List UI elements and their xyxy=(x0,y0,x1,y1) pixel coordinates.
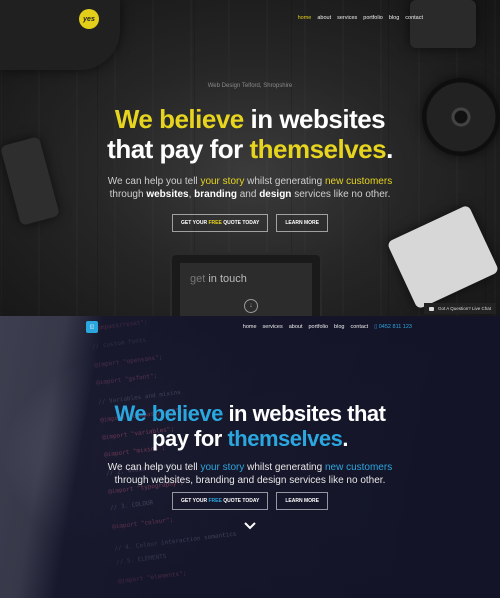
learn-more-button[interactable]: LEARN MORE xyxy=(276,492,328,510)
sub-text: through xyxy=(109,189,147,200)
hero-blue: #compass/reset";// custom fonts@import "… xyxy=(0,316,500,598)
tablet-prop: get in touch ↓ xyxy=(170,253,322,316)
chat-label: Got A Question? Live Chat xyxy=(437,306,491,311)
nav-services[interactable]: services xyxy=(337,15,357,21)
chat-bubble-icon xyxy=(428,306,434,311)
brand-logo[interactable]: yes xyxy=(79,9,99,29)
sub-text: whilst generating xyxy=(244,176,325,187)
sub-bold: design xyxy=(259,189,292,200)
nav-portfolio[interactable]: portfolio xyxy=(363,15,383,21)
hero-subtext: We can help you tell your story whilst g… xyxy=(0,175,500,201)
tablet-text: get xyxy=(190,273,209,285)
box-prop xyxy=(410,0,476,48)
nav-home[interactable]: home xyxy=(298,15,312,21)
nav-about[interactable]: about xyxy=(289,324,303,330)
cta-group: GET YOUR FREE QUOTE TODAY LEARN MORE xyxy=(0,492,500,510)
sub-highlight: new customers xyxy=(324,176,393,187)
headline-highlight-1: We believe xyxy=(114,104,244,134)
btn-text: GET YOUR xyxy=(181,220,209,226)
headline-text-1: in websites that xyxy=(222,401,386,426)
nav-contact[interactable]: contact xyxy=(405,15,423,21)
btn-text: GET YOUR xyxy=(181,498,209,504)
tablet-screen: get in touch ↓ xyxy=(180,263,312,316)
nav-portfolio[interactable]: portfolio xyxy=(308,324,328,330)
sub-text: services like no other. xyxy=(291,189,391,200)
headline-highlight-2: themselves xyxy=(227,426,343,451)
btn-highlight: FREE xyxy=(208,498,222,504)
hero-headline: We believe in websites that pay for them… xyxy=(0,401,500,451)
nav-services[interactable]: services xyxy=(263,324,283,330)
headline-text-3: . xyxy=(342,426,348,451)
sub-bold: branding xyxy=(194,189,237,200)
nav-blog[interactable]: blog xyxy=(334,324,344,330)
hero-subtext: We can help you tell your story whilst g… xyxy=(0,461,500,487)
live-chat-button[interactable]: Got A Question? Live Chat xyxy=(423,303,496,314)
headline-highlight-1: We believe xyxy=(114,401,224,426)
sub-text: whilst generating xyxy=(244,462,325,473)
get-quote-button[interactable]: GET YOUR FREE QUOTE TODAY xyxy=(172,492,269,510)
phone-number: 0452 811 123 xyxy=(378,324,412,330)
nav-contact[interactable]: contact xyxy=(350,324,368,330)
bottom-nav: home services about portfolio blog conta… xyxy=(243,324,412,330)
learn-more-button[interactable]: LEARN MORE xyxy=(276,214,328,232)
headline-text-1: in websites xyxy=(243,104,386,134)
tablet-heading: get in touch xyxy=(190,273,247,285)
tablet-text-bold: in touch xyxy=(208,273,247,285)
nav-about[interactable]: about xyxy=(317,15,331,21)
get-quote-button[interactable]: GET YOUR FREE QUOTE TODAY xyxy=(172,214,269,232)
scroll-down-icon: ↓ xyxy=(244,299,258,313)
btn-highlight: FREE xyxy=(208,220,222,226)
sub-bold: websites xyxy=(146,189,189,200)
brand-logo-icon[interactable]: ◱ xyxy=(86,321,98,333)
chevron-down-icon[interactable] xyxy=(243,519,257,533)
btn-text: QUOTE TODAY xyxy=(221,220,260,226)
hero-yellow: yes home about services portfolio blog c… xyxy=(0,0,500,316)
cta-group: GET YOUR FREE QUOTE TODAY LEARN MORE xyxy=(0,214,500,232)
sub-text: through websites, branding and design se… xyxy=(114,475,386,486)
top-nav: home about services portfolio blog conta… xyxy=(298,15,423,21)
sub-highlight: your story xyxy=(200,462,245,473)
headline-text-3: . xyxy=(386,134,393,164)
phone-link[interactable]: ▯ 0452 811 123 xyxy=(374,324,412,330)
sub-text: We can help you tell xyxy=(107,462,201,473)
headline-text-2: that pay for xyxy=(107,134,250,164)
sub-highlight: your story xyxy=(200,176,245,187)
nav-home[interactable]: home xyxy=(243,324,257,330)
dark-overlay xyxy=(0,316,500,598)
sub-text: We can help you tell xyxy=(107,176,201,187)
btn-text: QUOTE TODAY xyxy=(221,498,260,504)
jeans-prop xyxy=(0,0,120,70)
sub-highlight: new customers xyxy=(324,462,393,473)
headline-text-2: pay for xyxy=(152,426,228,451)
headline-highlight-2: themselves xyxy=(249,134,387,164)
sub-text: and xyxy=(236,189,260,200)
hero-headline: We believe in websites that pay for them… xyxy=(0,104,500,164)
small-tagline: Web Design Telford, Shropshire xyxy=(207,83,293,89)
nav-blog[interactable]: blog xyxy=(389,15,399,21)
